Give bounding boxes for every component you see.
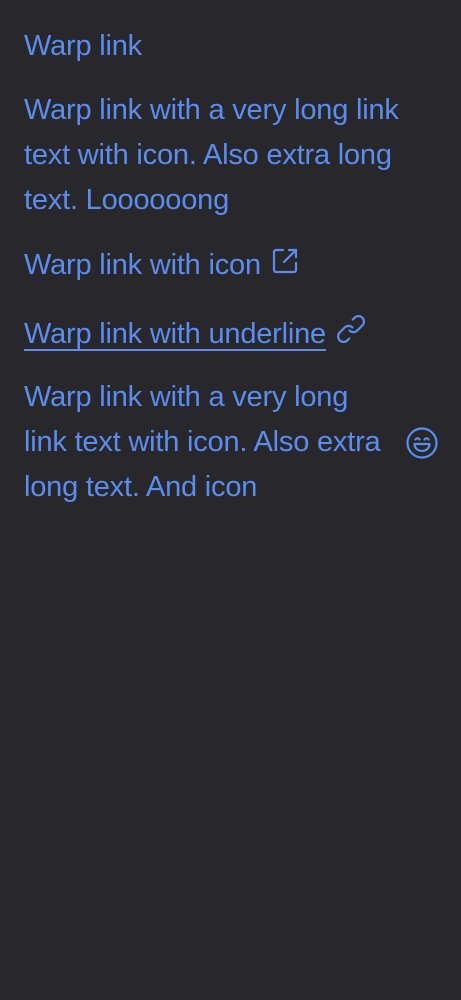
warp-link-plain[interactable]: Warp link [24,24,439,69]
warp-link-long-with-icon[interactable]: Warp link with a very long link text wit… [24,375,439,510]
warp-link-with-icon[interactable]: Warp link with icon [24,243,439,288]
warp-link-with-underline-label: Warp link with underline [24,318,326,350]
warp-link-long[interactable]: Warp link with a very long link text wit… [24,88,439,223]
warp-link-with-icon-label: Warp link with icon [24,249,261,281]
links-list: Warp link Warp link with a very long lin… [24,24,439,510]
warp-link-with-underline[interactable]: Warp link with underline [24,312,439,357]
external-link-icon [269,245,301,277]
warp-link-long-label: Warp link with a very long link text wit… [24,94,399,216]
warp-link-plain-label: Warp link [24,30,142,62]
smile-icon [405,426,439,460]
warp-link-long-with-icon-label: Warp link with a very long link text wit… [24,381,381,503]
link-icon [334,312,368,346]
